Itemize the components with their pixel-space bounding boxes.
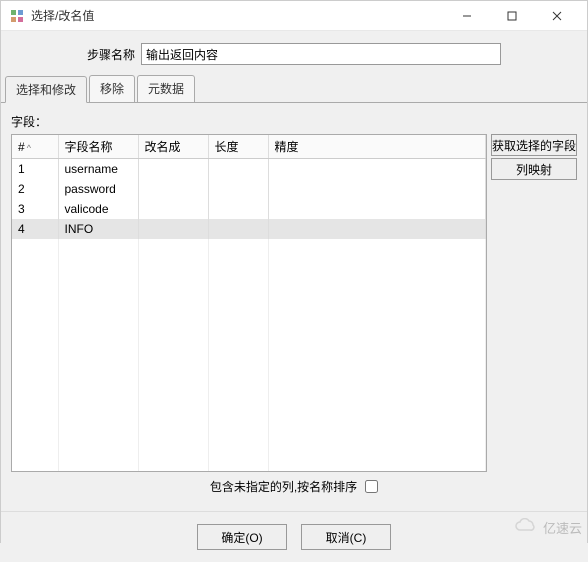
tab-select-modify[interactable]: 选择和修改 — [5, 76, 87, 103]
cell-rename_to[interactable] — [138, 219, 208, 239]
table-row-empty — [12, 419, 486, 439]
cell-precision[interactable] — [268, 179, 486, 199]
maximize-button[interactable] — [489, 1, 534, 31]
cell-rename_to[interactable] — [138, 179, 208, 199]
step-name-label: 步骤名称 — [87, 46, 135, 63]
tab-remove[interactable]: 移除 — [89, 75, 135, 102]
col-rename-to[interactable]: 改名成 — [138, 135, 208, 159]
sort-arrow-icon: ^ — [27, 143, 31, 153]
cell-length[interactable] — [208, 159, 268, 180]
titlebar: 选择/改名值 — [1, 1, 587, 31]
table-row[interactable]: 2password — [12, 179, 486, 199]
cell-length[interactable] — [208, 179, 268, 199]
fields-label: 字段： — [11, 113, 577, 130]
col-precision[interactable]: 精度 — [268, 135, 486, 159]
table-row-empty — [12, 439, 486, 459]
col-length[interactable]: 长度 — [208, 135, 268, 159]
cell-index[interactable]: 2 — [12, 179, 58, 199]
table-row-empty — [12, 239, 486, 259]
cell-precision[interactable] — [268, 159, 486, 180]
cell-length[interactable] — [208, 199, 268, 219]
cell-field_name[interactable]: username — [58, 159, 138, 180]
window-controls — [444, 1, 579, 31]
col-field-name[interactable]: 字段名称 — [58, 135, 138, 159]
dialog-buttons: 确定(O) 取消(C) — [1, 511, 587, 562]
fields-table-wrap: #^ 字段名称 改名成 长度 精度 1username2password3val… — [11, 134, 487, 472]
get-fields-button[interactable]: 获取选择的字段 — [491, 134, 577, 156]
watermark: 亿速云 — [514, 518, 582, 537]
table-row-empty — [12, 299, 486, 319]
cancel-button[interactable]: 取消(C) — [301, 524, 391, 550]
table-row-empty — [12, 399, 486, 419]
watermark-text: 亿速云 — [543, 518, 582, 537]
table-row[interactable]: 1username — [12, 159, 486, 180]
cell-rename_to[interactable] — [138, 199, 208, 219]
column-mapping-button[interactable]: 列映射 — [491, 158, 577, 180]
table-row[interactable]: 3valicode — [12, 199, 486, 219]
table-row[interactable]: 4INFO — [12, 219, 486, 239]
cell-index[interactable]: 1 — [12, 159, 58, 180]
fields-table[interactable]: #^ 字段名称 改名成 长度 精度 1username2password3val… — [12, 135, 486, 472]
cell-precision[interactable] — [268, 199, 486, 219]
cell-field_name[interactable]: valicode — [58, 199, 138, 219]
cell-length[interactable] — [208, 219, 268, 239]
table-row-empty — [12, 319, 486, 339]
include-unspecified-row: 包含未指定的列,按名称排序 — [11, 472, 577, 495]
cell-precision[interactable] — [268, 219, 486, 239]
include-unspecified-label: 包含未指定的列,按名称排序 — [210, 478, 357, 495]
minimize-button[interactable] — [444, 1, 489, 31]
cell-rename_to[interactable] — [138, 159, 208, 180]
close-button[interactable] — [534, 1, 579, 31]
include-unspecified-checkbox[interactable] — [365, 480, 378, 493]
window-title: 选择/改名值 — [31, 7, 444, 24]
tab-content: 字段： #^ 字段名称 改名成 长度 精度 1username2password… — [1, 103, 587, 505]
cell-index[interactable]: 4 — [12, 219, 58, 239]
side-buttons: 获取选择的字段 列映射 — [491, 134, 577, 180]
cell-field_name[interactable]: password — [58, 179, 138, 199]
app-icon — [9, 8, 25, 24]
cell-index[interactable]: 3 — [12, 199, 58, 219]
dialog-window: 选择/改名值 步骤名称 选择和修改移除元数据 字段： #^ 字段名称 改名成 — [0, 0, 588, 543]
tabs: 选择和修改移除元数据 — [1, 75, 587, 103]
cell-field_name[interactable]: INFO — [58, 219, 138, 239]
table-row-empty — [12, 359, 486, 379]
table-row-empty — [12, 379, 486, 399]
step-name-row: 步骤名称 — [1, 31, 587, 75]
ok-button[interactable]: 确定(O) — [197, 524, 287, 550]
table-row-empty — [12, 259, 486, 279]
col-index[interactable]: #^ — [12, 135, 58, 159]
table-row-empty — [12, 279, 486, 299]
table-row-empty — [12, 459, 486, 472]
cloud-icon — [514, 518, 540, 537]
tab-metadata[interactable]: 元数据 — [137, 75, 195, 102]
table-row-empty — [12, 339, 486, 359]
step-name-input[interactable] — [141, 43, 501, 65]
